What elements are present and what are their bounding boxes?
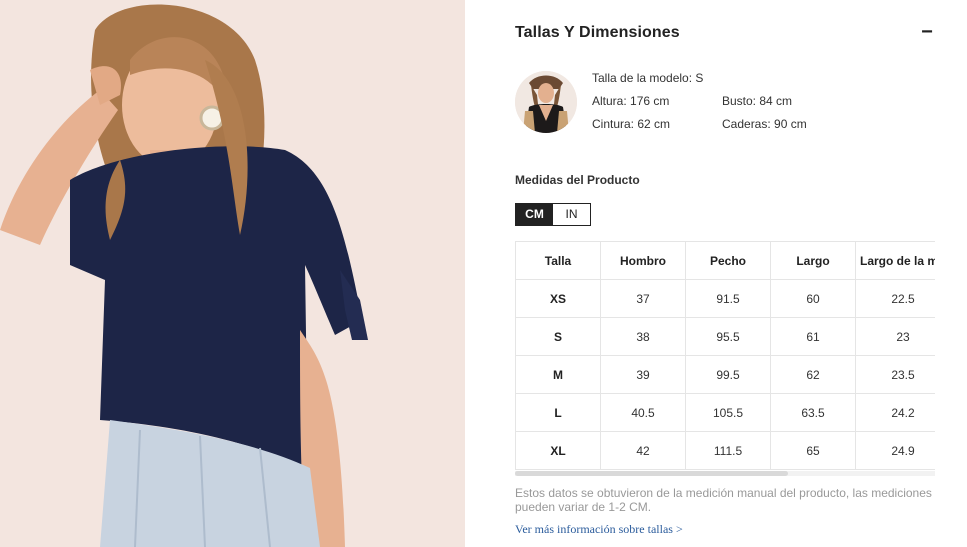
table-cell: 24.9 [855, 431, 935, 470]
unit-in-button[interactable]: IN [553, 204, 590, 225]
table-cell: 63.5 [770, 393, 856, 432]
size-cell: M [515, 355, 601, 394]
size-cell: XL [515, 431, 601, 470]
table-cell: 95.5 [685, 317, 771, 356]
table-row: S 38 95.5 61 23 [515, 317, 935, 356]
table-horizontal-scrollbar[interactable] [515, 471, 935, 476]
table-cell: 38 [600, 317, 686, 356]
size-cell: S [515, 317, 601, 356]
table-cell: 105.5 [685, 393, 771, 432]
unit-toggle: CM IN [515, 203, 591, 226]
model-thumbnail-illustration [515, 71, 577, 133]
column-header-size: Talla [515, 241, 601, 280]
table-cell: 22.5 [855, 279, 935, 318]
column-header-shoulder: Hombro [600, 241, 686, 280]
model-bust: Busto: 84 cm [722, 94, 793, 108]
unit-cm-button[interactable]: CM [516, 204, 553, 225]
table-cell: 65 [770, 431, 856, 470]
collapse-minus-icon[interactable]: − [916, 19, 938, 45]
model-height: Altura: 176 cm [592, 94, 670, 108]
table-cell: 24.2 [855, 393, 935, 432]
table-cell: 61 [770, 317, 856, 356]
model-size: Talla de la modelo: S [592, 71, 704, 85]
product-photo [0, 0, 465, 547]
model-measurements: Talla de la modelo: S Altura: 176 cm Bus… [592, 71, 807, 140]
table-cell: 23 [855, 317, 935, 356]
table-cell: 40.5 [600, 393, 686, 432]
size-cell: XS [515, 279, 601, 318]
table-row: XS 37 91.5 60 22.5 [515, 279, 935, 318]
table-cell: 39 [600, 355, 686, 394]
table-cell: 42 [600, 431, 686, 470]
table-cell: 23.5 [855, 355, 935, 394]
scrollbar-thumb[interactable] [515, 471, 788, 476]
section-title: Tallas Y Dimensiones [515, 24, 680, 41]
size-cell: L [515, 393, 601, 432]
model-waist: Cintura: 62 cm [592, 117, 671, 131]
column-header-sleeve-length: Largo de la m [855, 241, 935, 280]
table-header-row: Talla Hombro Pecho Largo Largo de la m [515, 241, 935, 280]
column-header-bust: Pecho [685, 241, 771, 280]
more-size-info-link[interactable]: Ver más información sobre tallas > [515, 522, 683, 537]
size-table-container: Talla Hombro Pecho Largo Largo de la m X… [515, 241, 935, 470]
table-row: M 39 99.5 62 23.5 [515, 355, 935, 394]
table-cell: 60 [770, 279, 856, 318]
table-row: L 40.5 105.5 63.5 24.2 [515, 393, 935, 432]
table-cell: 91.5 [685, 279, 771, 318]
table-row: XL 42 111.5 65 24.9 [515, 431, 935, 470]
table-cell: 99.5 [685, 355, 771, 394]
table-cell: 37 [600, 279, 686, 318]
table-cell: 111.5 [685, 431, 771, 470]
size-and-dimensions-panel: Tallas Y Dimensiones − Talla de la model… [465, 0, 967, 547]
product-measures-title: Medidas del Producto [515, 173, 640, 187]
model-wearing-blouse-illustration [0, 0, 465, 547]
model-hips: Caderas: 90 cm [722, 117, 807, 131]
model-avatar [515, 71, 577, 133]
column-header-length: Largo [770, 241, 856, 280]
size-table: Talla Hombro Pecho Largo Largo de la m X… [515, 241, 935, 470]
table-cell: 62 [770, 355, 856, 394]
measurement-disclaimer: Estos datos se obtuvieron de la medición… [515, 486, 932, 514]
